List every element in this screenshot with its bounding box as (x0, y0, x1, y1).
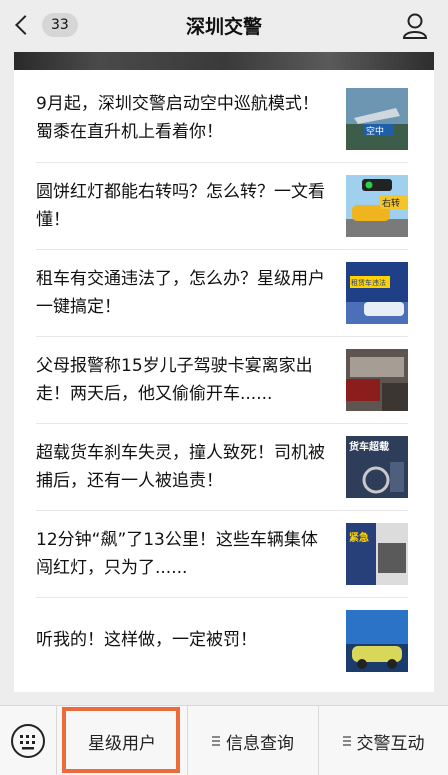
article-title: 父母报警称15岁儿子驾驶卡宴离家出走！两天后，他又偷偷开车...... (36, 356, 313, 404)
article-title: 圆饼红灯都能右转吗？怎么转？一文看懂！ (36, 182, 325, 230)
article-thumbnail: 空中 (346, 88, 408, 150)
page-title: 深圳交警 (185, 16, 262, 38)
article-list-card: 9月起，深圳交警启动空中巡航模式！蜀黍在直升机上看着你！ 空中 圆饼红灯都能右转… (14, 52, 434, 692)
menu-info-query[interactable]: 信息查询 (188, 706, 318, 775)
thumb-caption: 右转 (382, 197, 400, 209)
article-title: 听我的！这样做，一定被罚！ (36, 630, 257, 650)
article-thumbnail: 租赁车违法 (346, 262, 408, 324)
article-item[interactable]: 超载货车刹车失灵，撞人致死！司机被捕后，还有一人被追责！ 货车超载 (36, 424, 408, 511)
thumb-caption: 空中 (366, 125, 384, 137)
article-item[interactable]: 12分钟“飙”了13公里！这些车辆集体闯红灯，只为了...... 紧急 (36, 511, 408, 598)
submenu-icon (342, 734, 351, 748)
article-item[interactable]: 9月起，深圳交警启动空中巡航模式！蜀黍在直升机上看着你！ 空中 (36, 70, 408, 163)
highlight-box (62, 707, 180, 773)
article-item[interactable]: 听我的！这样做，一定被罚！ (36, 598, 408, 685)
article-item[interactable]: 租车有交通违法了，怎么办？星级用户一键搞定！ 租赁车违法 (36, 250, 408, 337)
article-title: 9月起，深圳交警启动空中巡航模式！蜀黍在直升机上看着你！ (36, 94, 319, 142)
article-title: 12分钟“飙”了13公里！这些车辆集体闯红灯，只为了...... (36, 530, 318, 578)
article-title: 租车有交通违法了，怎么办？星级用户一键搞定！ (36, 269, 325, 317)
article-thumbnail: 紧急 (346, 523, 408, 585)
article-item[interactable]: 圆饼红灯都能右转吗？怎么转？一文看懂！ 右转 (36, 163, 408, 250)
user-profile-icon[interactable] (402, 12, 428, 40)
article-thumbnail (346, 610, 408, 672)
menu-label: 信息查询 (226, 733, 294, 754)
banner-image[interactable] (14, 52, 434, 70)
article-thumbnail (346, 349, 408, 411)
thumb-caption: 货车超载 (349, 440, 389, 453)
menu-police-interaction[interactable]: 交警互动 (319, 706, 448, 775)
submenu-icon (212, 734, 220, 748)
keyboard-icon[interactable] (10, 723, 46, 759)
article-title: 超载货车刹车失灵，撞人致死！司机被捕后，还有一人被追责！ (36, 443, 325, 491)
article-thumbnail: 右转 (346, 175, 408, 237)
nav-bar: 33 深圳交警 (0, 0, 448, 52)
article-item[interactable]: 父母报警称15岁儿子驾驶卡宴离家出走！两天后，他又偷偷开车...... (36, 337, 408, 424)
article-thumbnail: 货车超载 (346, 436, 408, 498)
menu-label: 交警互动 (356, 733, 425, 754)
thumb-caption: 紧急 (349, 531, 369, 544)
thumb-caption: 租赁车违法 (351, 278, 386, 287)
